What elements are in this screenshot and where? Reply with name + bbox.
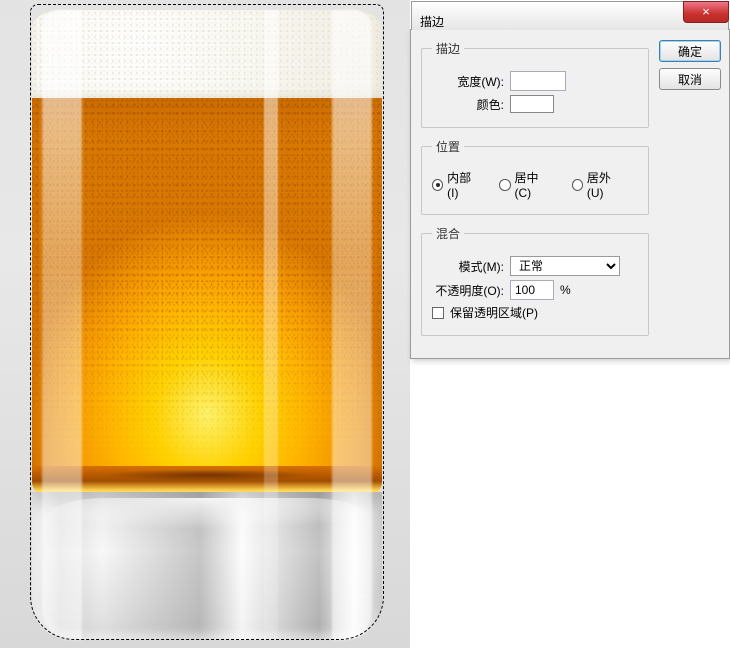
color-label: 颜色: (432, 96, 504, 113)
radio-center-label: 居中(C) (515, 169, 552, 200)
preserve-checkbox[interactable] (432, 307, 444, 319)
preserve-label: 保留透明区域(P) (450, 304, 538, 321)
radio-icon (432, 179, 443, 191)
beer-liquid (32, 98, 382, 470)
radio-outside[interactable]: 居外(U) (572, 169, 624, 200)
radio-center[interactable]: 居中(C) (499, 169, 551, 200)
dialog-titlebar[interactable]: 描边 (411, 1, 729, 30)
width-label: 宽度(W): (432, 73, 504, 90)
radio-inside[interactable]: 内部(I) (432, 169, 479, 200)
glass-highlight-right (332, 10, 372, 640)
beer-glass-artwork (32, 0, 382, 640)
cancel-button[interactable]: 取消 (659, 68, 721, 90)
color-swatch[interactable] (510, 95, 554, 113)
radio-icon (572, 179, 583, 191)
opacity-input[interactable] (510, 280, 554, 300)
group-blend: 混合 模式(M): 正常 不透明度(O): % 保留透明区域(P) (421, 225, 649, 336)
width-input[interactable] (510, 71, 566, 91)
dialog-buttons: 确定 取消 (659, 30, 729, 358)
beer-foam (32, 10, 382, 100)
group-position-legend: 位置 (432, 138, 464, 155)
mode-label: 模式(M): (432, 258, 504, 275)
radio-icon (499, 179, 510, 191)
group-stroke-legend: 描边 (432, 40, 464, 57)
mode-select[interactable]: 正常 (510, 256, 620, 276)
ok-button[interactable]: 确定 (659, 40, 721, 62)
close-button[interactable]: × (683, 1, 729, 23)
opacity-label: 不透明度(O): (432, 282, 504, 299)
close-icon: × (702, 4, 710, 19)
dialog-body: 描边 宽度(W): 颜色: 位置 内部(I) 居中(C) (411, 30, 659, 358)
opacity-unit: % (560, 283, 571, 297)
radio-outside-label: 居外(U) (587, 169, 624, 200)
stroke-dialog: 描边 × 描边 宽度(W): 颜色: 位置 内部(I) (410, 29, 730, 359)
glass-highlight-streak (264, 10, 278, 640)
glass-base (32, 492, 382, 640)
dialog-title: 描边 (420, 13, 444, 30)
radio-inside-label: 内部(I) (447, 169, 479, 200)
group-blend-legend: 混合 (432, 225, 464, 242)
group-stroke: 描边 宽度(W): 颜色: (421, 40, 649, 128)
beer-bubbles (32, 98, 382, 470)
glass-highlight-left (42, 10, 82, 640)
group-position: 位置 内部(I) 居中(C) 居外(U) (421, 138, 649, 215)
